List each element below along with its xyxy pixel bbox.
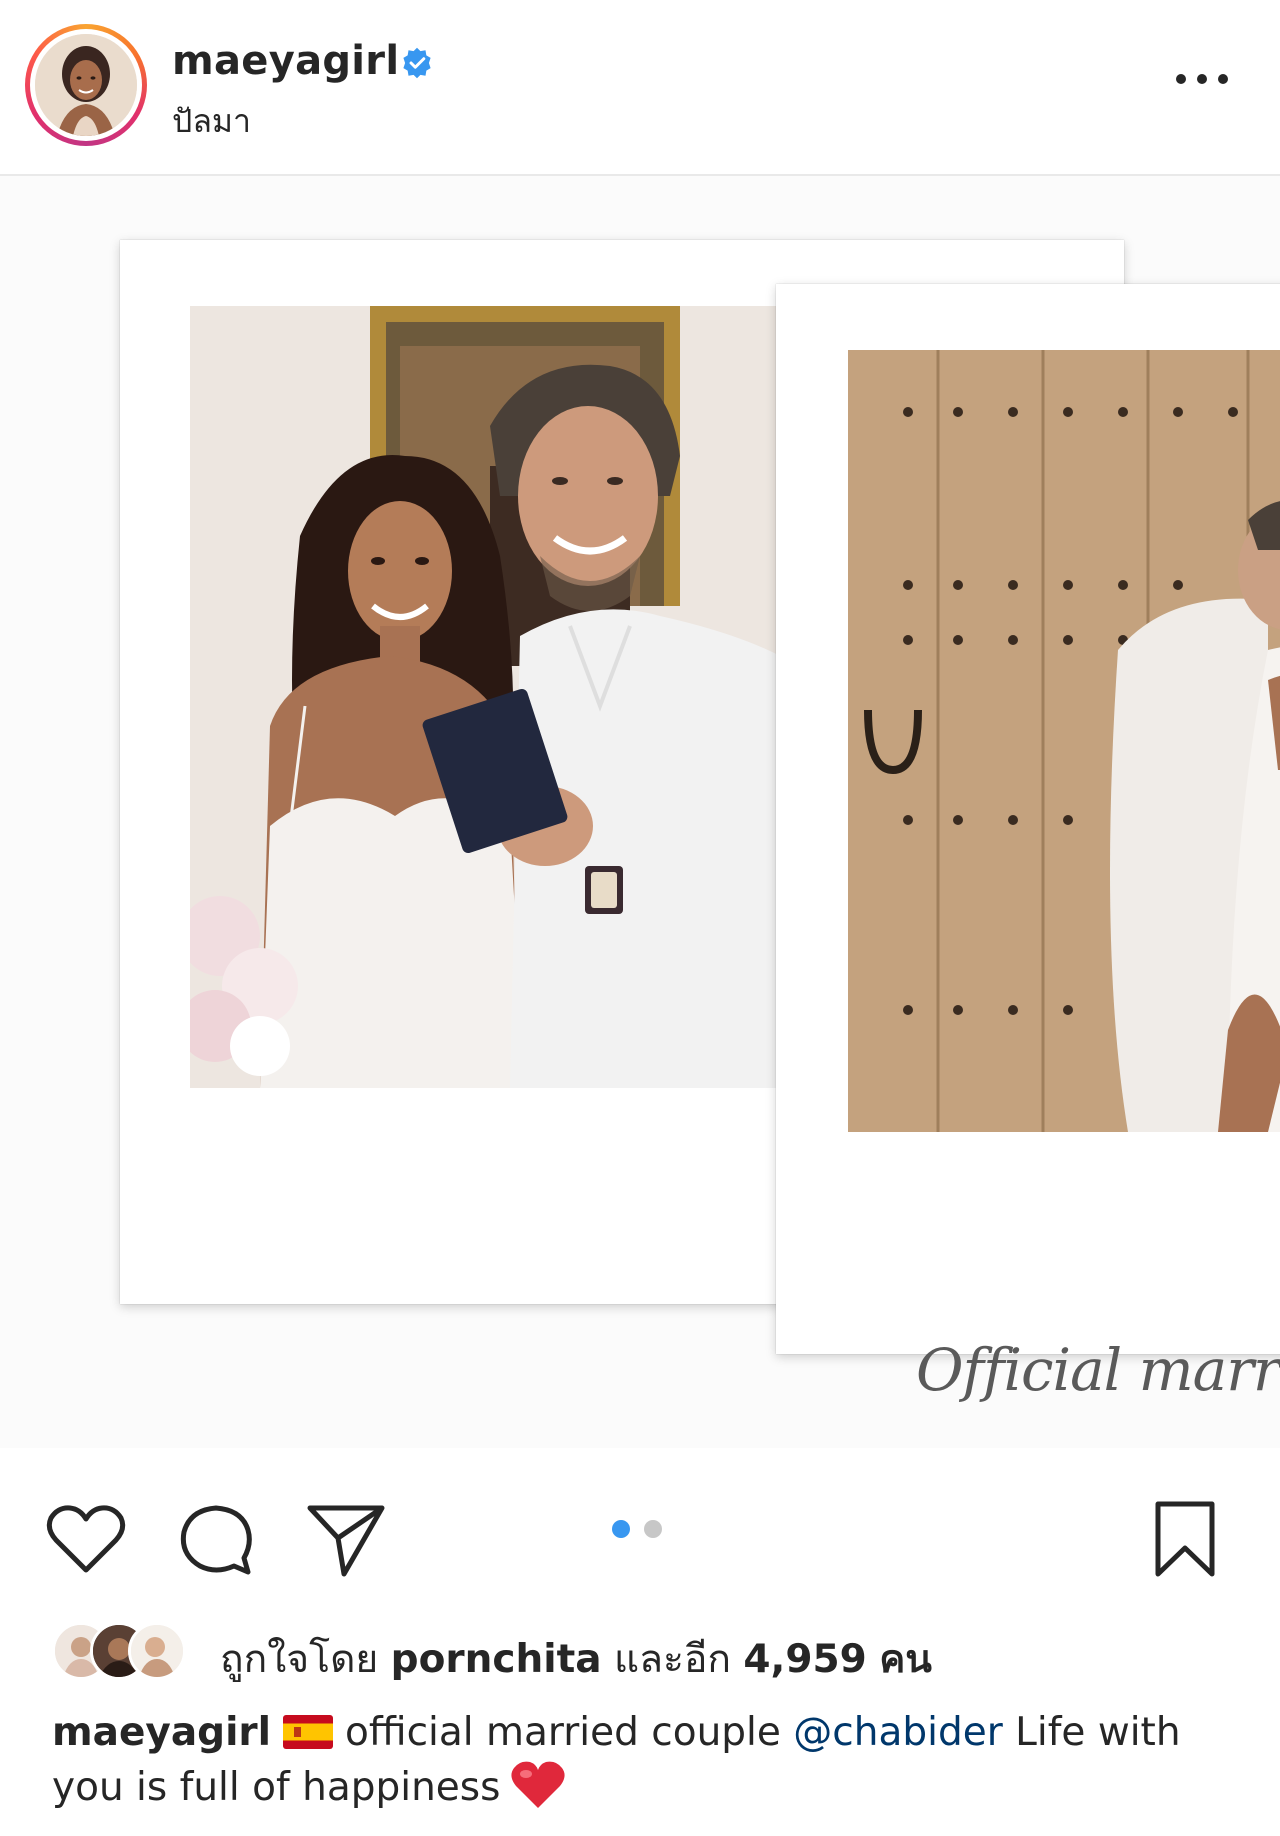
- caption-mention-link[interactable]: @chabider: [793, 1710, 1002, 1755]
- likes-count[interactable]: 4,959: [743, 1637, 866, 1682]
- caption-username[interactable]: maeyagirl: [52, 1710, 271, 1755]
- comment-icon[interactable]: [178, 1502, 254, 1578]
- likes-middle: และอีก: [613, 1637, 732, 1682]
- red-heart-emoji-icon: [511, 1761, 566, 1808]
- verified-badge-icon: [403, 47, 431, 79]
- likes-summary[interactable]: ถูกใจโดย pornchita และอีก 4,959 คน: [220, 1628, 932, 1690]
- carousel-indicator: [612, 1520, 662, 1540]
- liker-username[interactable]: pornchita: [391, 1637, 602, 1682]
- overlay-script-text: Official marri: [916, 1336, 1280, 1404]
- post-media-carousel[interactable]: Official marri: [0, 176, 1280, 1448]
- caption-text: official married couple: [345, 1710, 781, 1755]
- couple-photo: [190, 306, 798, 1088]
- carousel-dot-active[interactable]: [612, 1520, 630, 1538]
- heart-icon[interactable]: [46, 1504, 126, 1576]
- profile-avatar[interactable]: [35, 34, 137, 136]
- paper-plane-icon[interactable]: [306, 1502, 386, 1580]
- post-action-bar: [0, 1448, 1280, 1588]
- post-header: maeyagirl ปัลมา: [0, 0, 1280, 174]
- liker-avatar[interactable]: [128, 1622, 186, 1680]
- more-options-icon[interactable]: [1176, 70, 1230, 86]
- post-location[interactable]: ปัลมา: [172, 96, 251, 147]
- likes-suffix: คน: [879, 1637, 932, 1682]
- post-caption: maeyagirl official married couple @chabi…: [52, 1706, 1232, 1815]
- spain-flag-emoji-icon: [283, 1715, 334, 1749]
- bookmark-icon[interactable]: [1152, 1500, 1218, 1580]
- polaroid-frame-2: [776, 284, 1280, 1354]
- carousel-dot-inactive[interactable]: [644, 1520, 662, 1538]
- likes-prefix: ถูกใจโดย: [220, 1637, 379, 1682]
- door-couple-photo: [848, 350, 1280, 1132]
- profile-avatar-story-ring[interactable]: [25, 24, 147, 146]
- likes-row[interactable]: ถูกใจโดย pornchita และอีก 4,959 คน: [52, 1622, 1232, 1682]
- post-username[interactable]: maeyagirl: [172, 38, 399, 84]
